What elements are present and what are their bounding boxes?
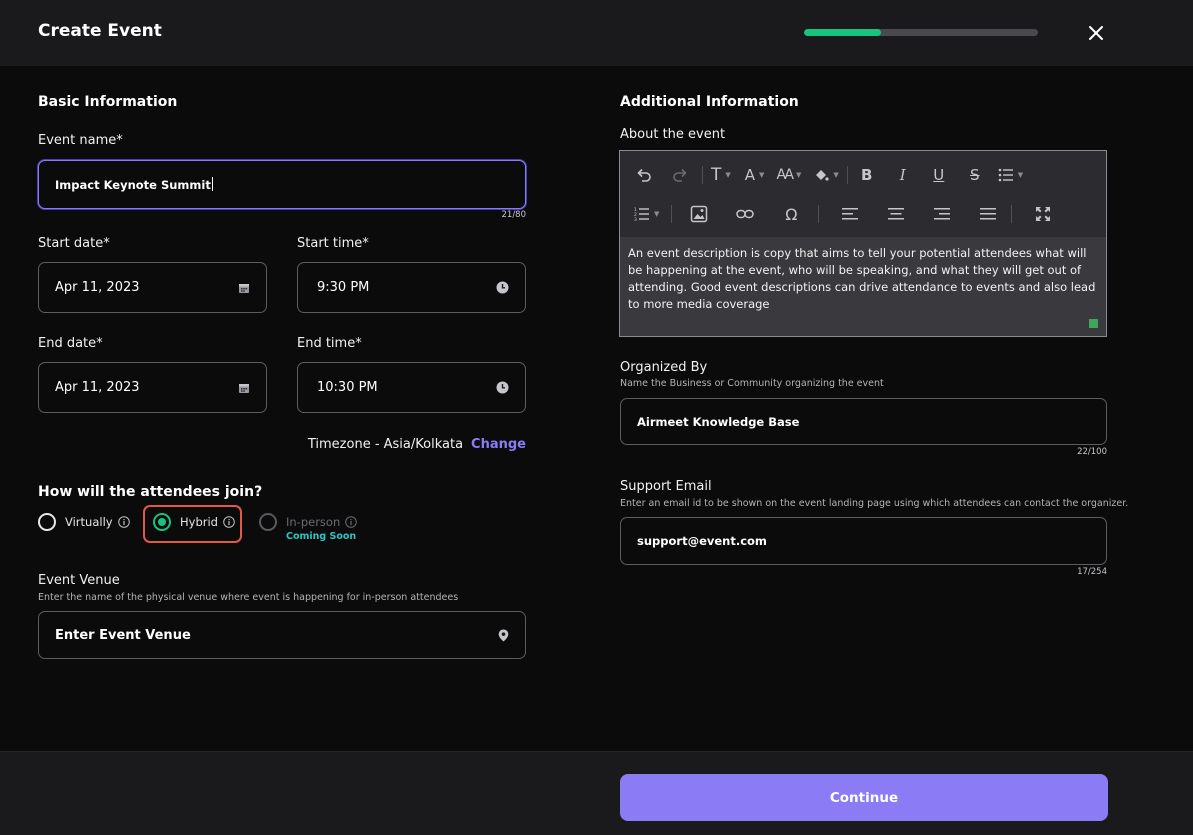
radio-label: In-person [286, 515, 341, 529]
page-title: Create Event [38, 21, 162, 41]
editor-content[interactable]: An event description is copy that aims t… [620, 237, 1106, 336]
timezone-text: Timezone - Asia/Kolkata [307, 437, 464, 452]
support-email-counter: 17/254 [1077, 567, 1107, 577]
organized-by-counter: 22/100 [1077, 447, 1107, 457]
organized-by-label: Organized By [620, 360, 708, 375]
clock-icon[interactable] [496, 381, 509, 394]
start-time-label: Start time* [297, 236, 369, 251]
end-date-input[interactable]: Apr 11, 2023 [38, 362, 267, 413]
italic-icon[interactable]: I [892, 163, 914, 187]
event-name-counter: 21/80 [501, 210, 527, 220]
continue-button[interactable]: Continue [620, 774, 1108, 821]
toolbar-separator [846, 166, 848, 184]
align-right-icon[interactable] [931, 202, 953, 226]
end-date-value: Apr 11, 2023 [55, 380, 140, 395]
radio-button [259, 513, 277, 531]
clock-icon[interactable] [496, 281, 509, 294]
organized-by-input[interactable]: Airmeet Knowledge Base [620, 398, 1107, 445]
align-left-icon[interactable] [839, 202, 861, 226]
calendar-icon[interactable] [238, 282, 250, 294]
end-time-value: 10:30 PM [317, 380, 378, 395]
radio-hybrid[interactable]: Hybrid [153, 513, 235, 531]
toolbar-separator [818, 205, 820, 223]
font-color-icon[interactable]: A ▼ [745, 163, 765, 187]
close-button[interactable] [1084, 21, 1108, 45]
venue-placeholder: Enter Event Venue [55, 627, 191, 643]
support-email-value: support@event.com [637, 534, 767, 548]
about-text: An event description is copy that aims t… [628, 246, 1096, 311]
align-center-icon[interactable] [885, 202, 907, 226]
toolbar-separator [671, 205, 673, 223]
additional-info-title: Additional Information [620, 94, 799, 110]
editor-toolbar-row-1: T ▼ A ▼ AA ▼ ▼ B I U S ▼ [634, 156, 1023, 194]
font-size-icon[interactable]: AA ▼ [776, 163, 801, 187]
radio-label: Virtually [65, 515, 113, 529]
info-icon[interactable] [117, 516, 130, 528]
organized-by-value: Airmeet Knowledge Base [637, 414, 800, 429]
info-icon[interactable] [223, 516, 235, 528]
event-name-label: Event name* [38, 133, 123, 148]
close-icon [1089, 26, 1103, 40]
bulleted-list-icon[interactable]: ▼ [998, 163, 1023, 187]
radio-button[interactable] [153, 513, 171, 531]
start-date-value: Apr 11, 2023 [55, 280, 140, 295]
special-character-icon[interactable]: Ω [780, 202, 802, 226]
coming-soon-badge: Coming Soon [286, 531, 357, 542]
editor-status-indicator [1089, 319, 1098, 328]
support-email-help: Enter an email id to be shown on the eve… [620, 498, 1129, 509]
toolbar-separator [702, 166, 703, 184]
info-icon[interactable] [345, 516, 358, 528]
start-date-input[interactable]: Apr 11, 2023 [38, 262, 267, 313]
event-name-value: Impact Keynote Summit [55, 178, 211, 192]
location-pin-icon [498, 629, 509, 642]
undo-icon[interactable] [634, 163, 654, 187]
organized-by-help: Name the Business or Community organizin… [620, 378, 884, 389]
text-style-icon[interactable]: T ▼ [711, 163, 731, 187]
basic-info-title: Basic Information [38, 94, 178, 110]
toolbar-separator [1011, 205, 1013, 223]
progress-fill [804, 29, 882, 36]
support-email-label: Support Email [620, 479, 712, 494]
end-date-label: End date* [38, 336, 103, 351]
venue-help: Enter the name of the physical venue whe… [38, 592, 459, 603]
radio-label: Hybrid [180, 515, 218, 529]
fullscreen-icon[interactable] [1032, 202, 1054, 226]
timezone-change-link[interactable]: Change [471, 437, 526, 452]
start-date-label: Start date* [38, 236, 110, 251]
text-caret [211, 177, 213, 191]
bold-icon[interactable]: B [856, 163, 878, 187]
start-time-value: 9:30 PM [317, 280, 370, 295]
redo-icon[interactable] [670, 163, 690, 187]
end-time-label: End time* [297, 336, 362, 351]
join-question: How will the attendees join? [38, 484, 263, 500]
venue-label: Event Venue [38, 573, 120, 588]
start-time-input[interactable]: 9:30 PM [297, 262, 526, 313]
svg-text:3: 3 [634, 217, 637, 221]
modal-header: Create Event [0, 0, 1193, 66]
link-icon[interactable] [734, 202, 756, 226]
timezone-row: Timezone - Asia/Kolkata Change [0, 437, 526, 452]
calendar-icon[interactable] [238, 382, 250, 394]
support-email-input[interactable]: support@event.com [620, 517, 1107, 565]
venue-input[interactable]: Enter Event Venue [38, 611, 526, 659]
radio-virtually[interactable]: Virtually [38, 513, 130, 531]
radio-in-person: In-person [259, 513, 358, 531]
event-name-input[interactable]: Impact Keynote Summit [38, 160, 526, 209]
end-time-input[interactable]: 10:30 PM [297, 362, 526, 413]
editor-toolbar-row-2: 1 2 3 ▼ Ω [634, 195, 1054, 233]
strikethrough-icon[interactable]: S [964, 163, 986, 187]
image-icon[interactable] [688, 202, 710, 226]
numbered-list-icon[interactable]: 1 2 3 ▼ [634, 202, 659, 226]
rich-text-editor[interactable]: T ▼ A ▼ AA ▼ ▼ B I U S ▼ 1 2 3 ▼ Ω An event de… [619, 150, 1107, 337]
radio-button[interactable] [38, 513, 56, 531]
underline-icon[interactable]: U [928, 163, 950, 187]
about-label: About the event [620, 127, 726, 142]
fill-color-icon[interactable]: ▼ [813, 163, 839, 187]
justify-icon[interactable] [977, 202, 999, 226]
progress-bar [804, 29, 1038, 36]
